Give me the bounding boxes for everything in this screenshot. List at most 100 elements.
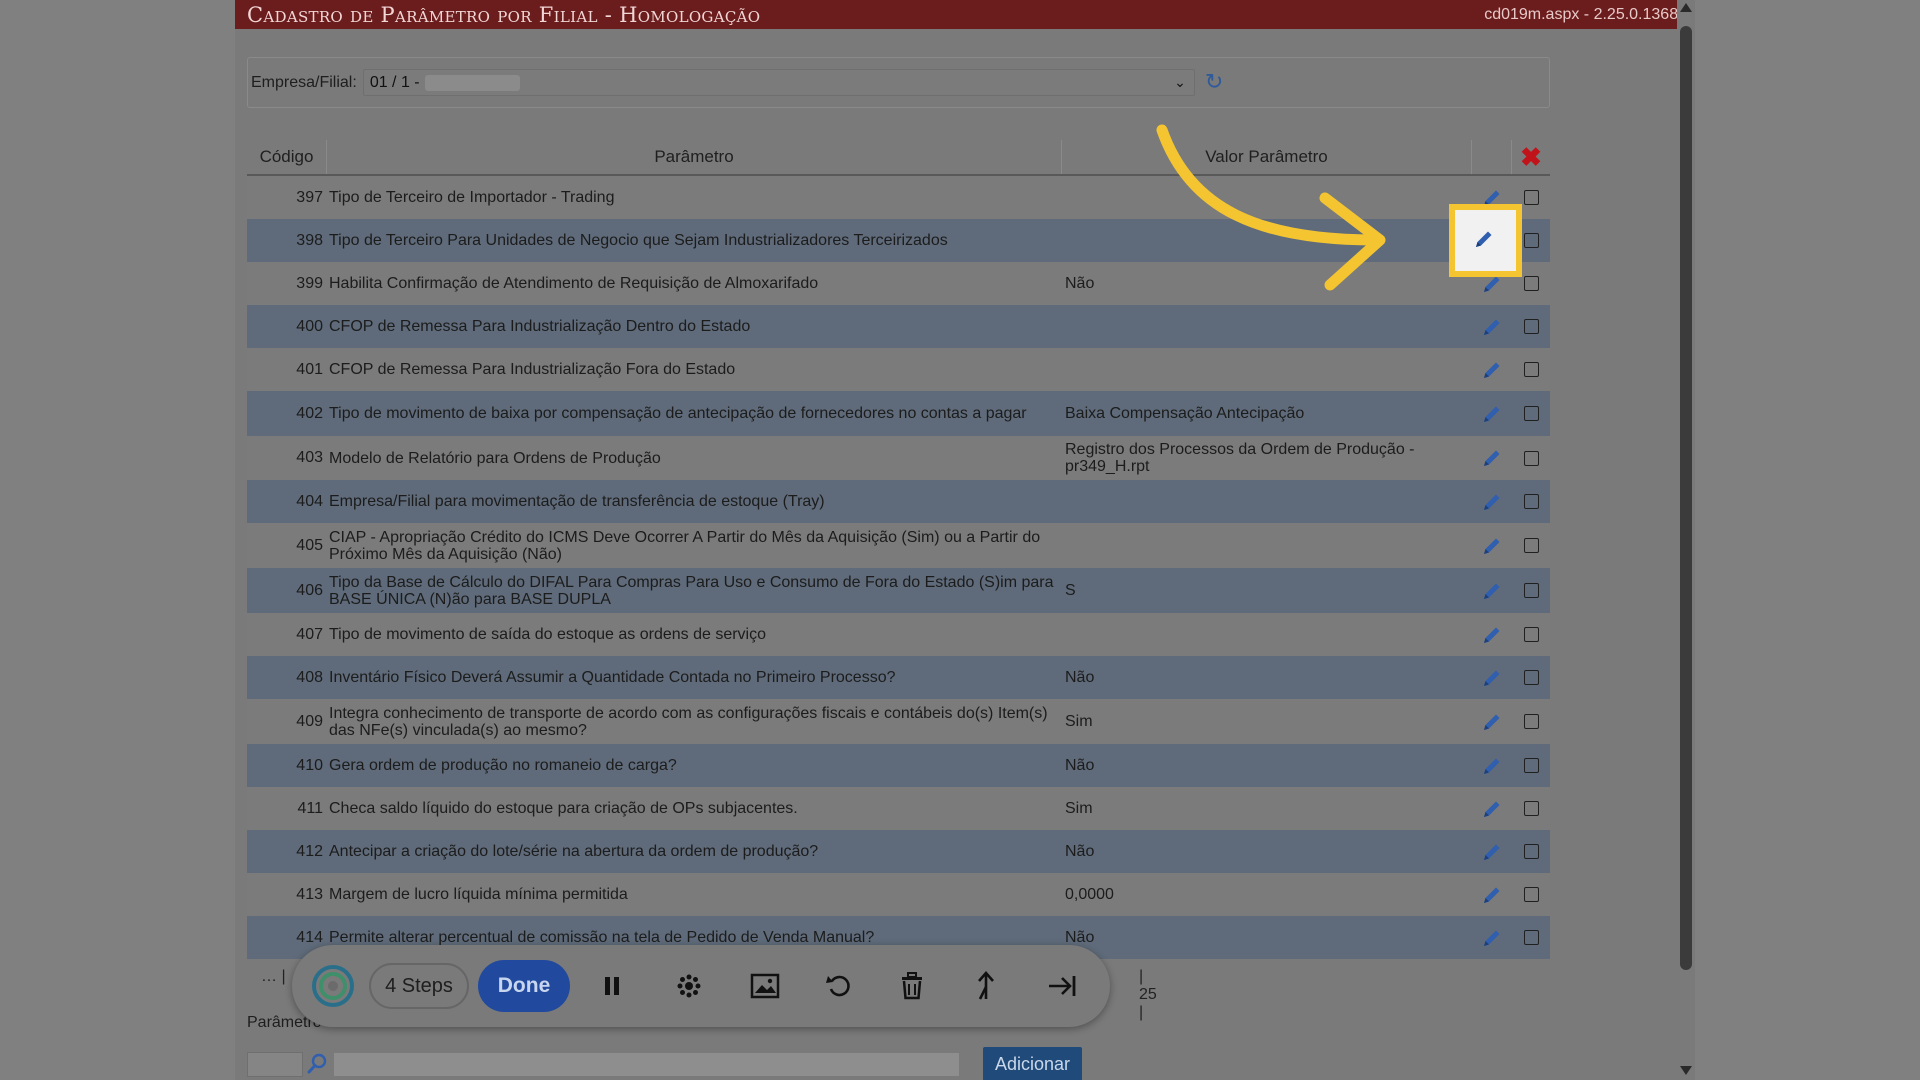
edit-button[interactable]	[1472, 348, 1512, 391]
annotation-arrow	[1156, 124, 1386, 291]
scroll-down-icon[interactable]	[1680, 1066, 1692, 1075]
row-checkbox[interactable]	[1523, 887, 1539, 902]
row-checkbox-cell	[1512, 523, 1550, 568]
cell-param: Checa saldo líquido do estoque para cria…	[329, 800, 798, 817]
scroll-thumb[interactable]	[1680, 26, 1692, 970]
pager-last-page[interactable]: | 25 |	[1139, 968, 1157, 1022]
row-checkbox-cell	[1512, 568, 1550, 613]
pencil-icon	[1481, 711, 1503, 733]
cell-code: 411	[297, 799, 323, 817]
cell-value	[1062, 613, 1472, 656]
row-checkbox[interactable]	[1523, 758, 1539, 773]
refresh-icon[interactable]: ↻	[1205, 70, 1223, 95]
edit-button[interactable]	[1472, 873, 1512, 916]
row-checkbox[interactable]	[1523, 319, 1539, 334]
parameter-code-input[interactable]	[247, 1051, 303, 1077]
pause-icon[interactable]	[595, 969, 629, 1003]
row-checkbox[interactable]	[1523, 930, 1539, 945]
table-row[interactable]: 412 Antecipar a criação do lote/série na …	[247, 830, 1550, 873]
skip-to-end-icon[interactable]	[1045, 969, 1079, 1003]
pencil-icon	[1481, 447, 1503, 469]
pencil-icon	[1481, 491, 1503, 513]
cell-value: S	[1065, 582, 1076, 599]
cell-param: Empresa/Filial para movimentação de tran…	[329, 493, 825, 510]
highlighted-edit-button[interactable]	[1449, 204, 1522, 277]
add-button[interactable]: Adicionar	[983, 1047, 1083, 1080]
row-checkbox[interactable]	[1523, 190, 1539, 205]
row-checkbox[interactable]	[1523, 450, 1539, 466]
table-row[interactable]: 404 Empresa/Filial para movimentação de t…	[247, 480, 1550, 523]
title-bar: Cadastro de Parâmetro por Filial - Homol…	[235, 0, 1695, 29]
recorder-logo-icon	[312, 965, 354, 1007]
row-checkbox[interactable]	[1523, 362, 1539, 377]
row-checkbox[interactable]	[1523, 233, 1539, 248]
pencil-icon	[1481, 841, 1503, 863]
row-checkbox-cell	[1512, 699, 1550, 744]
image-icon[interactable]	[748, 969, 782, 1003]
empresa-filial-select[interactable]: 01 / 1 - ⌄	[362, 69, 1195, 96]
edit-button[interactable]	[1472, 523, 1512, 568]
undo-icon[interactable]	[822, 969, 856, 1003]
trash-icon[interactable]	[895, 969, 929, 1003]
add-parameter-row: Adicionar	[247, 1047, 1083, 1080]
blur-icon[interactable]	[672, 969, 706, 1003]
pencil-icon	[1481, 580, 1503, 602]
table-row[interactable]: 402 Tipo de movimento de baixa por compen…	[247, 391, 1550, 436]
row-checkbox[interactable]	[1523, 276, 1539, 291]
row-checkbox[interactable]	[1523, 844, 1539, 859]
cell-param: Habilita Confirmação de Atendimento de R…	[329, 275, 819, 292]
row-checkbox-cell	[1512, 480, 1550, 523]
done-button[interactable]: Done	[478, 960, 570, 1012]
cell-code: 406	[296, 581, 323, 599]
search-icon[interactable]	[305, 1053, 329, 1075]
table-row[interactable]: 406 Tipo da Base de Cálculo do DIFAL Para…	[247, 568, 1550, 613]
parameter-description-input[interactable]	[333, 1051, 960, 1077]
row-checkbox[interactable]	[1523, 538, 1539, 553]
row-checkbox[interactable]	[1523, 801, 1539, 816]
edit-button[interactable]	[1472, 656, 1512, 699]
scroll-up-icon[interactable]	[1680, 3, 1692, 12]
cell-code: 409	[296, 712, 323, 730]
cell-code: 398	[296, 231, 323, 249]
edit-button[interactable]	[1472, 787, 1512, 830]
row-checkbox[interactable]	[1523, 583, 1539, 598]
edit-button[interactable]	[1472, 830, 1512, 873]
header-param[interactable]: Parâmetro	[327, 140, 1062, 174]
delete-selected-icon[interactable]: ✖	[1512, 140, 1550, 174]
row-checkbox[interactable]	[1523, 714, 1539, 729]
row-checkbox[interactable]	[1523, 494, 1539, 509]
table-row[interactable]: 409 Integra conhecimento de transporte de…	[247, 699, 1550, 744]
edit-button[interactable]	[1472, 391, 1512, 436]
cell-value: Registro dos Processos da Ordem de Produ…	[1065, 441, 1415, 475]
pencil-icon	[1481, 403, 1503, 425]
edit-button[interactable]	[1472, 568, 1512, 613]
edit-button[interactable]	[1472, 305, 1512, 348]
vertical-scrollbar[interactable]	[1677, 0, 1695, 1080]
table-row[interactable]: 407 Tipo de movimento de saída do estoque…	[247, 613, 1550, 656]
pencil-icon	[1481, 755, 1503, 777]
row-checkbox-cell	[1512, 916, 1550, 959]
cell-param: Integra conhecimento de transporte de ac…	[329, 704, 1048, 739]
cell-param: Tipo de movimento de saída do estoque as…	[329, 626, 766, 643]
table-row[interactable]: 410 Gera ordem de produção no romaneio de…	[247, 744, 1550, 787]
edit-button[interactable]	[1472, 480, 1512, 523]
edit-button[interactable]	[1472, 916, 1512, 959]
edit-button[interactable]	[1472, 436, 1512, 480]
table-row[interactable]: 401 CFOP de Remessa Para Industrialização…	[247, 348, 1550, 391]
edit-button[interactable]	[1472, 699, 1512, 744]
table-row[interactable]: 400 CFOP de Remessa Para Industrialização…	[247, 305, 1550, 348]
row-checkbox[interactable]	[1523, 670, 1539, 685]
table-row[interactable]: 408 Inventário Físico Deverá Assumir a Qu…	[247, 656, 1550, 699]
steps-button[interactable]: 4 Steps	[369, 963, 469, 1009]
table-row[interactable]: 413 Margem de lucro líquida mínima permit…	[247, 873, 1550, 916]
pager-ellipsis[interactable]: …	[261, 968, 277, 985]
table-row[interactable]: 403 Modelo de Relatório para Ordens de Pr…	[247, 436, 1550, 480]
row-checkbox[interactable]	[1523, 627, 1539, 642]
edit-button[interactable]	[1472, 613, 1512, 656]
table-row[interactable]: 405 CIAP - Apropriação Crédito do ICMS De…	[247, 523, 1550, 568]
edit-button[interactable]	[1472, 744, 1512, 787]
header-code[interactable]: Código	[247, 140, 327, 174]
row-checkbox[interactable]	[1523, 406, 1539, 421]
branch-up-icon[interactable]	[969, 969, 1003, 1003]
table-row[interactable]: 411 Checa saldo líquido do estoque para c…	[247, 787, 1550, 830]
